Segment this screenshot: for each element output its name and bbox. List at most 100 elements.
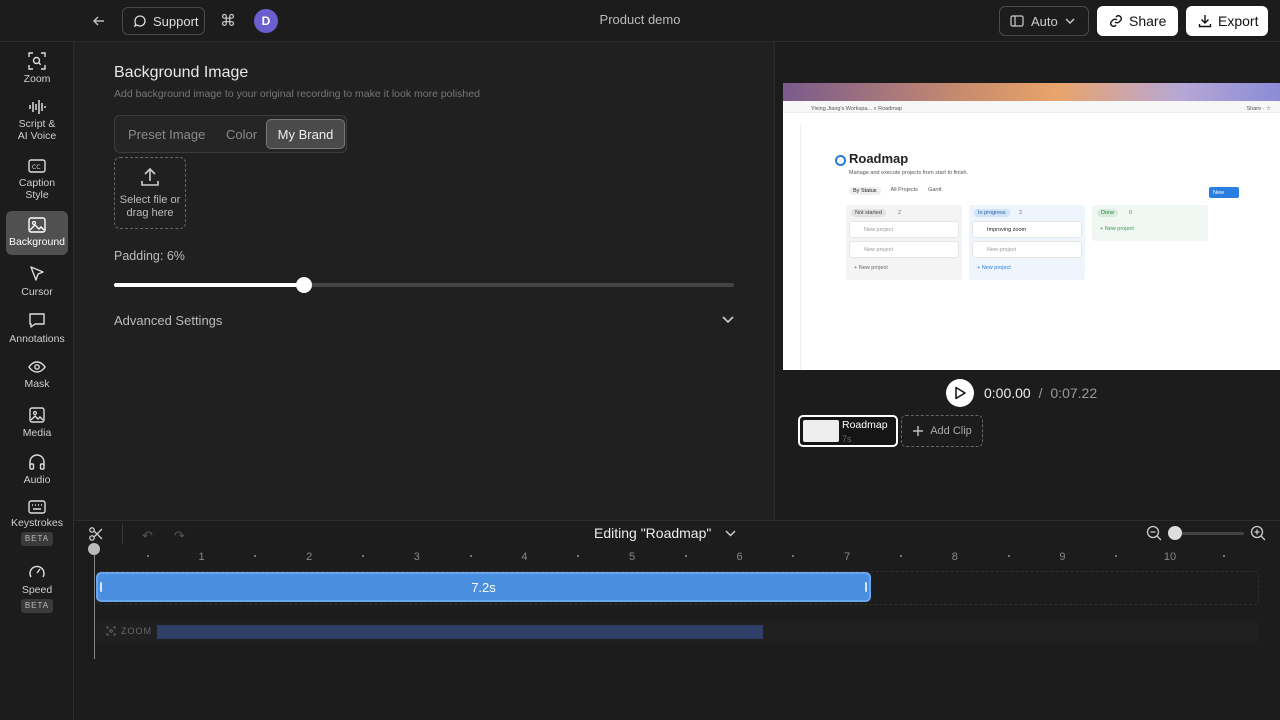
command-icon[interactable]: ⌘ [218, 10, 238, 32]
play-button[interactable] [946, 379, 974, 407]
sidebar-item-speed[interactable]: Speed BETA [6, 563, 68, 615]
ruler-tick-dot [146, 555, 149, 557]
aspect-ratio-label: Auto [1031, 13, 1058, 29]
segment-duration-label: 7.2s [471, 579, 496, 595]
sidebar-item-label: Mask [24, 378, 50, 390]
zoom-icon [28, 52, 46, 70]
padding-slider-thumb[interactable] [295, 277, 312, 293]
ruler-tick-label: 9 [1059, 551, 1066, 563]
playhead-handle[interactable] [88, 543, 100, 555]
sidebar-item-audio[interactable]: Audio [6, 453, 68, 489]
column-header: In progress [974, 209, 1010, 217]
plus-icon [913, 426, 924, 436]
column-header: Done [1097, 209, 1119, 217]
ruler-tick-dot [1115, 555, 1118, 557]
board-card: New project [850, 242, 958, 257]
clip-roadmap[interactable]: Roadmap 7s [798, 415, 898, 447]
time-display: 0:00.00 / 0:07.22 [984, 385, 1097, 401]
ruler-tick-label: 4 [521, 551, 528, 563]
sidebar-item-background[interactable]: Background [6, 211, 68, 255]
upload-icon [141, 167, 159, 186]
share-button[interactable]: Share [1097, 6, 1178, 36]
upload-text-line-2: drag here [126, 207, 174, 219]
tab-my-brand[interactable]: My Brand [266, 119, 345, 149]
advanced-settings-toggle[interactable]: Advanced Settings [114, 310, 734, 330]
current-time: 0:00.00 [984, 385, 1031, 401]
redo-icon[interactable]: ↷ [174, 528, 185, 544]
chevron-down-icon [722, 316, 734, 324]
zoom-track-icon [106, 626, 116, 636]
ruler-tick-dot [362, 555, 364, 557]
board-card: Improving zoom [973, 222, 1081, 237]
padding-slider[interactable] [114, 277, 734, 293]
ruler-tick-label: 3 [413, 551, 420, 563]
zoom-in-icon[interactable] [1250, 525, 1266, 546]
editing-clip-selector[interactable]: Editing "Roadmap" [594, 525, 736, 541]
zoom-track[interactable]: ZOOM [96, 623, 1259, 641]
column-header: Not started [851, 209, 886, 217]
zoom-out-icon[interactable] [1146, 525, 1162, 546]
video-preview[interactable]: Yixing Jiang's Workspa... ⌕ Roadmap Shar… [783, 83, 1280, 370]
page-subtitle: Manage and execute projects from start t… [849, 170, 968, 176]
ruler-tick-dot [792, 555, 795, 557]
back-arrow-icon[interactable] [88, 10, 110, 32]
board-card: New project [973, 242, 1081, 257]
clip-segment[interactable]: 7.2s [96, 572, 871, 602]
upload-text-line-1: Select file or [119, 194, 181, 206]
play-icon [955, 386, 966, 400]
board-column-done: Done 0 + New project [1092, 205, 1208, 241]
view-by-status: By Status [849, 187, 881, 195]
support-button[interactable]: Support [122, 7, 205, 35]
segment-left-handle[interactable] [100, 582, 102, 592]
timeline-panel: ↶ ↷ Editing "Roadmap" 1 2 3 4 5 6 7 8 9 10 7.2s Z… [74, 520, 1280, 720]
tab-color[interactable]: Color [226, 116, 257, 152]
sidebar-item-label: Keystrokes [11, 517, 63, 529]
ruler-tick-dot [1222, 555, 1225, 557]
beta-badge: BETA [20, 532, 54, 546]
recorded-page-screenshot: Yixing Jiang's Workspa... ⌕ Roadmap Shar… [783, 101, 1280, 370]
timeline-zoom-thumb[interactable] [1168, 526, 1182, 540]
sidebar-item-label: Cursor [21, 286, 53, 298]
ruler-tick-dot [577, 555, 580, 557]
add-project-row: + New project [854, 265, 888, 271]
zoom-track-text: ZOOM [121, 626, 152, 636]
upload-dropzone[interactable]: Select file or drag here [114, 157, 186, 229]
sidebar-item-label: Caption [18, 177, 56, 189]
add-project-row: + New project [977, 265, 1011, 271]
undo-icon[interactable]: ↶ [142, 528, 153, 544]
sidebar-item-caption-style[interactable]: CC Caption Style [6, 158, 68, 204]
sidebar-item-cursor[interactable]: Cursor [6, 265, 68, 301]
sidebar-item-mask[interactable]: Mask [6, 359, 68, 395]
sidebar-item-media[interactable]: Media [6, 406, 68, 442]
support-label: Support [153, 13, 199, 29]
sidebar-item-label: Media [22, 427, 52, 439]
avatar[interactable]: D [254, 9, 278, 33]
ruler-tick-dot [684, 555, 687, 557]
segment-right-handle[interactable] [865, 582, 867, 592]
sidebar-item-annotations[interactable]: Annotations [6, 312, 68, 348]
sidebar-item-label: Speed [21, 584, 53, 596]
time-ruler[interactable]: 1 2 3 4 5 6 7 8 9 10 [94, 549, 1274, 567]
waveform-icon [29, 100, 46, 114]
ruler-tick-dot [1007, 555, 1010, 557]
zoom-region[interactable] [157, 625, 763, 639]
column-count: 0 [1129, 210, 1133, 216]
ruler-tick-label: 8 [951, 551, 958, 563]
sidebar-item-script-ai-voice[interactable]: Script & AI Voice [6, 99, 68, 145]
add-clip-button[interactable]: Add Clip [901, 415, 983, 447]
playhead[interactable] [94, 543, 95, 659]
project-title[interactable]: Product demo [540, 12, 740, 27]
board-column-not-started: Not started 2 New project New project + … [846, 205, 962, 280]
headphones-icon [29, 454, 45, 470]
page-view-tabs: By Status All Projects Gantt [849, 187, 942, 195]
aspect-ratio-dropdown[interactable]: Auto [999, 6, 1089, 36]
sidebar-item-keystrokes[interactable]: Keystrokes BETA [6, 500, 68, 552]
add-project-row: + New project [1100, 226, 1134, 232]
timeline-zoom-slider[interactable] [1174, 532, 1244, 535]
ruler-tick-dot [254, 555, 257, 557]
tab-preset-image[interactable]: Preset Image [128, 116, 205, 152]
sidebar-item-label: Zoom [23, 73, 51, 85]
zoom-track-label: ZOOM [106, 626, 152, 636]
sidebar-item-zoom[interactable]: Zoom [6, 52, 68, 88]
export-button[interactable]: Export [1186, 6, 1268, 36]
